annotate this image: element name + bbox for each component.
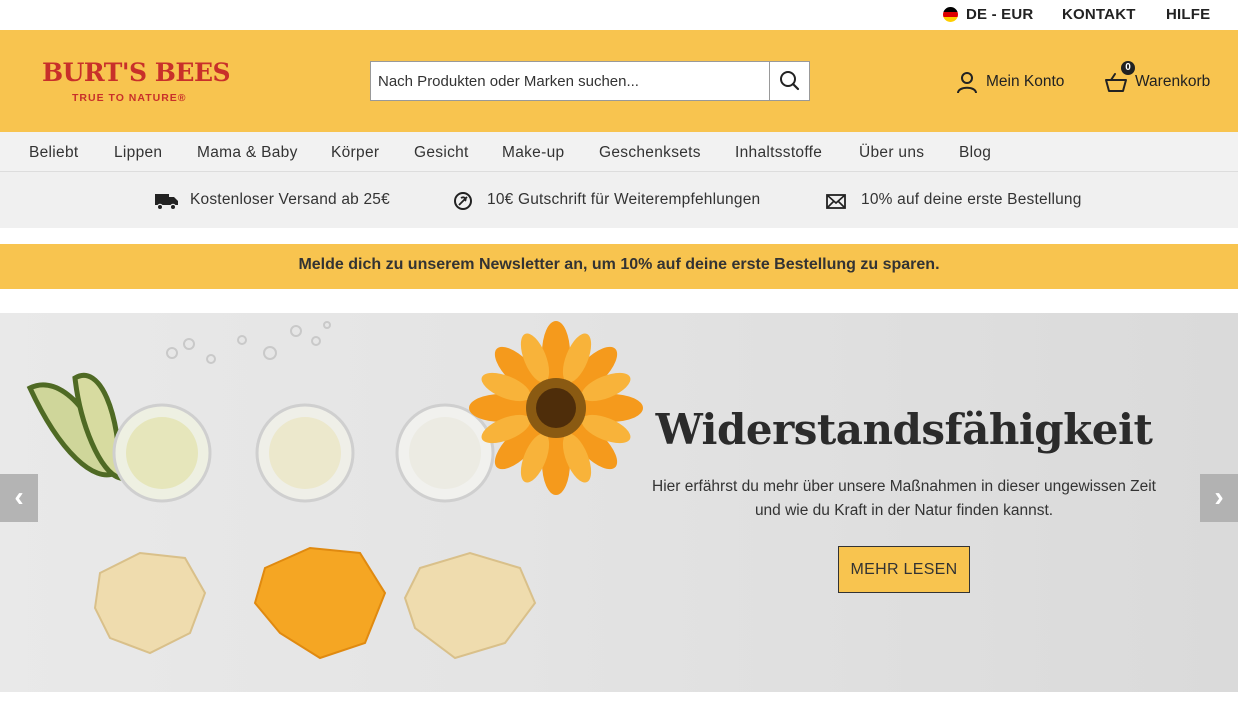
account-label: Mein Konto: [986, 73, 1065, 90]
benefits-bar: Kostenloser Versand ab 25€ 10€ Gutschrif…: [0, 172, 1238, 228]
newsletter-banner[interactable]: Melde dich zu unserem Newsletter an, um …: [0, 244, 1238, 289]
newsletter-text: Melde dich zu unserem Newsletter an, um …: [298, 256, 940, 273]
search-button[interactable]: [769, 62, 809, 100]
hero-subtitle-line-2: und wie du Kraft in der Natur finden kan…: [754, 502, 1054, 519]
read-more-button[interactable]: MEHR LESEN: [838, 546, 970, 593]
nav-item-inhaltsstoffe[interactable]: Inhaltsstoffe: [735, 144, 822, 162]
envelope-icon: [826, 194, 846, 209]
utility-bar: DE - EUR KONTAKT HILFE: [0, 0, 1238, 30]
nav-item-ueber-uns[interactable]: Über uns: [859, 144, 924, 162]
nav-item-blog[interactable]: Blog: [959, 144, 991, 162]
logo-tagline: TRUE TO NATURE®: [72, 92, 187, 104]
nav-item-mama-baby[interactable]: Mama & Baby: [197, 144, 298, 162]
hero-carousel: Widerstandsfähigkeit Hier erfährst du me…: [0, 313, 1238, 692]
benefit-text: 10€ Gutschrift für Weiterempfehlungen: [487, 191, 761, 208]
site-header: BURT'S BEES TRUE TO NATURE® Mein Konto 0…: [0, 30, 1238, 132]
nav-item-koerper[interactable]: Körper: [331, 144, 379, 162]
locale-selector[interactable]: DE - EUR: [966, 6, 1033, 23]
germany-flag-icon[interactable]: [943, 7, 958, 22]
nav-item-geschenksets[interactable]: Geschenksets: [599, 144, 701, 162]
hero-subtitle: Hier erfährst du mehr über unsere Maßnah…: [610, 475, 1198, 523]
search-input[interactable]: [371, 62, 771, 100]
search-bar: [370, 61, 810, 101]
cart-count-badge: 0: [1121, 61, 1135, 75]
coin-icon: [454, 192, 472, 210]
main-navigation: Beliebt Lippen Mama & Baby Körper Gesich…: [0, 132, 1238, 172]
truck-icon: [155, 194, 178, 211]
benefit-text: Kostenloser Versand ab 25€: [190, 191, 390, 208]
carousel-prev-button[interactable]: ‹: [0, 474, 38, 522]
contact-link[interactable]: KONTAKT: [1062, 6, 1136, 23]
hero-subtitle-line-1: Hier erfährst du mehr über unsere Maßnah…: [652, 478, 1156, 495]
nav-item-gesicht[interactable]: Gesicht: [414, 144, 469, 162]
search-icon: [780, 71, 800, 91]
nav-item-beliebt[interactable]: Beliebt: [29, 144, 79, 162]
hero-title: Widerstandsfähigkeit: [655, 405, 1153, 454]
carousel-next-button[interactable]: ›: [1200, 474, 1238, 522]
nav-item-lippen[interactable]: Lippen: [114, 144, 162, 162]
hero-product-image: [26, 321, 643, 660]
logo-brand: BURT'S BEES: [42, 58, 231, 87]
cart-label: Warenkorb: [1135, 73, 1211, 90]
burts-bees-logo[interactable]: BURT'S BEES TRUE TO NATURE®: [32, 52, 234, 120]
chevron-left-icon: ‹: [14, 481, 24, 512]
chevron-right-icon: ›: [1214, 481, 1224, 512]
user-icon: [957, 72, 977, 94]
nav-item-make-up[interactable]: Make-up: [502, 144, 564, 162]
help-link[interactable]: HILFE: [1166, 6, 1210, 23]
benefit-text: 10% auf deine erste Bestellung: [861, 191, 1082, 208]
